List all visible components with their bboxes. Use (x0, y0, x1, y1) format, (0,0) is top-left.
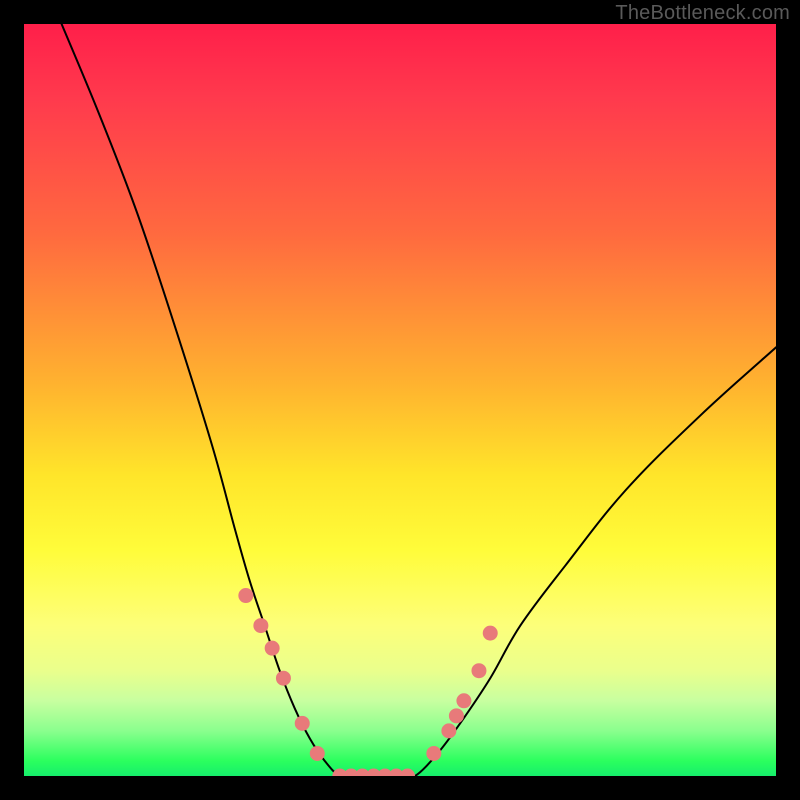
data-marker (254, 619, 268, 633)
data-marker (427, 746, 441, 760)
data-marker (239, 589, 253, 603)
data-marker (457, 694, 471, 708)
data-marker (265, 641, 279, 655)
chart-svg (24, 24, 776, 776)
data-marker (483, 626, 497, 640)
data-marker (401, 769, 415, 776)
data-marker (472, 664, 486, 678)
data-marker (295, 716, 309, 730)
data-marker (442, 724, 456, 738)
data-marker (310, 746, 324, 760)
attribution-label: TheBottleneck.com (615, 2, 790, 25)
data-marker (449, 709, 463, 723)
curve-path (62, 24, 776, 776)
plot-area (24, 24, 776, 776)
chart-frame: TheBottleneck.com (0, 0, 800, 800)
data-markers (239, 589, 497, 776)
bottleneck-curve (62, 24, 776, 776)
data-marker (276, 671, 290, 685)
